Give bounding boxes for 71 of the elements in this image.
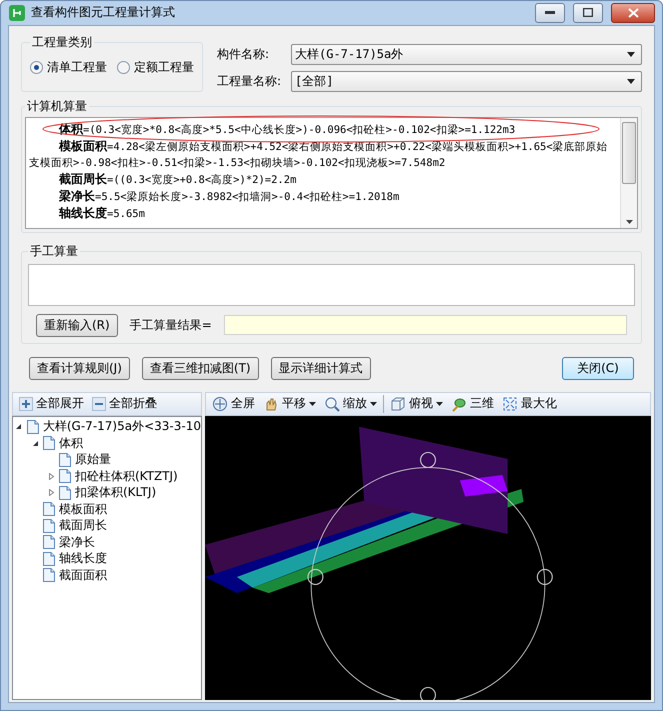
result-label: 手工算量结果= bbox=[130, 316, 212, 334]
action-button[interactable]: 关闭(C) bbox=[562, 356, 634, 380]
app-icon bbox=[9, 4, 25, 21]
minimize-icon bbox=[545, 10, 555, 15]
globe-icon bbox=[451, 396, 467, 412]
document-icon bbox=[43, 518, 55, 533]
tree-item[interactable]: 扣砼柱体积(KTZTJ) bbox=[75, 468, 178, 485]
caret-icon bbox=[627, 52, 635, 57]
action-button[interactable]: 显示详细计算式 bbox=[270, 356, 371, 380]
document-icon bbox=[43, 535, 55, 550]
quantity-name-dropdown[interactable]: [全部] bbox=[291, 70, 642, 92]
action-button[interactable]: 查看三维扣减图(T) bbox=[142, 356, 259, 380]
radio-button[interactable] bbox=[117, 60, 130, 74]
document-icon bbox=[59, 486, 71, 500]
view-tool-button[interactable]: 三维 bbox=[449, 394, 496, 414]
maximize-button[interactable] bbox=[573, 2, 603, 23]
view-tool-button[interactable]: 最大化 bbox=[500, 394, 559, 414]
tree-item[interactable]: 扣梁体积(KLTJ) bbox=[75, 484, 156, 502]
frame-icon bbox=[502, 396, 518, 412]
field-label: 工程量名称: bbox=[217, 72, 282, 90]
result-field[interactable] bbox=[224, 315, 627, 336]
view-tool-button[interactable]: 平移 bbox=[261, 394, 318, 414]
document-icon bbox=[26, 420, 39, 434]
maximize-icon bbox=[583, 8, 593, 18]
minus-icon bbox=[92, 396, 106, 411]
expand-all-button[interactable]: 全部展开 bbox=[17, 394, 86, 414]
formula-line: 轴线长度=5.65m bbox=[58, 204, 145, 222]
component-name-dropdown[interactable]: 大样(G-7-17)5a外 bbox=[291, 44, 642, 65]
document-icon bbox=[59, 469, 71, 484]
cube-icon bbox=[390, 396, 406, 412]
scroll-down-icon[interactable] bbox=[626, 220, 632, 224]
tree-item[interactable]: 体积 bbox=[59, 434, 83, 452]
view-tool-button[interactable]: 全屏 bbox=[210, 394, 257, 414]
close-button[interactable] bbox=[611, 2, 655, 23]
minimize-button[interactable] bbox=[535, 2, 565, 23]
group-label: 手工算量 bbox=[29, 242, 79, 260]
tree-item[interactable]: 梁净长 bbox=[59, 534, 95, 551]
radio-button[interactable] bbox=[30, 60, 43, 74]
action-button[interactable]: 查看计算规则(J) bbox=[29, 356, 130, 380]
manual-input-field[interactable] bbox=[28, 264, 635, 306]
tree-item[interactable]: 大样(G-7-17)5a外<33-3-10 bbox=[42, 418, 201, 436]
view-tool-button[interactable]: 缩放 bbox=[322, 394, 379, 414]
radio-label[interactable]: 清单工程量 bbox=[47, 58, 107, 76]
document-icon bbox=[43, 568, 55, 582]
field-label: 构件名称: bbox=[217, 46, 270, 63]
radio-label[interactable]: 定额工程量 bbox=[134, 58, 194, 76]
tree-item[interactable]: 轴线长度 bbox=[59, 550, 107, 568]
reenter-button[interactable]: 重新输入(R) bbox=[36, 314, 118, 337]
scrollbar[interactable] bbox=[620, 118, 637, 228]
collapse-all-button[interactable]: 全部折叠 bbox=[90, 394, 159, 414]
document-icon bbox=[43, 502, 55, 516]
group-label: 计算机算量 bbox=[26, 98, 88, 115]
target-icon bbox=[212, 396, 228, 412]
tree-item[interactable]: 模板面积 bbox=[59, 500, 107, 518]
magnifier-icon bbox=[324, 396, 340, 412]
document-icon bbox=[43, 436, 55, 450]
window-title: 查看构件图元工程量计算式 bbox=[31, 4, 176, 22]
tree-item[interactable]: 截面面积 bbox=[59, 566, 107, 584]
document-icon bbox=[59, 452, 71, 467]
caret-icon bbox=[627, 78, 635, 84]
formula-text-box[interactable] bbox=[25, 116, 638, 229]
close-icon bbox=[628, 8, 638, 18]
formula-line: 体积=(0.3<宽度>*0.8<高度>*5.5<中心线长度>)-0.096<扣砼柱>-0.102<扣梁>=1.122m3 bbox=[58, 120, 516, 138]
view-tool-button[interactable]: 俯视 bbox=[388, 394, 445, 414]
document-icon bbox=[43, 552, 55, 566]
group-label: 工程量类别 bbox=[31, 34, 93, 51]
plus-icon bbox=[19, 396, 33, 411]
formula-line: 梁净长=5.5<梁原始长度>-3.8982<扣墙洞>-0.4<扣砼柱>=1.2018m bbox=[58, 188, 400, 205]
formula-line: 截面周长=((0.3<宽度>+0.8<高度>)*2)=2.2m bbox=[58, 170, 296, 188]
tree-item[interactable]: 原始量 bbox=[75, 451, 111, 468]
tree-item[interactable]: 截面周长 bbox=[59, 517, 107, 534]
